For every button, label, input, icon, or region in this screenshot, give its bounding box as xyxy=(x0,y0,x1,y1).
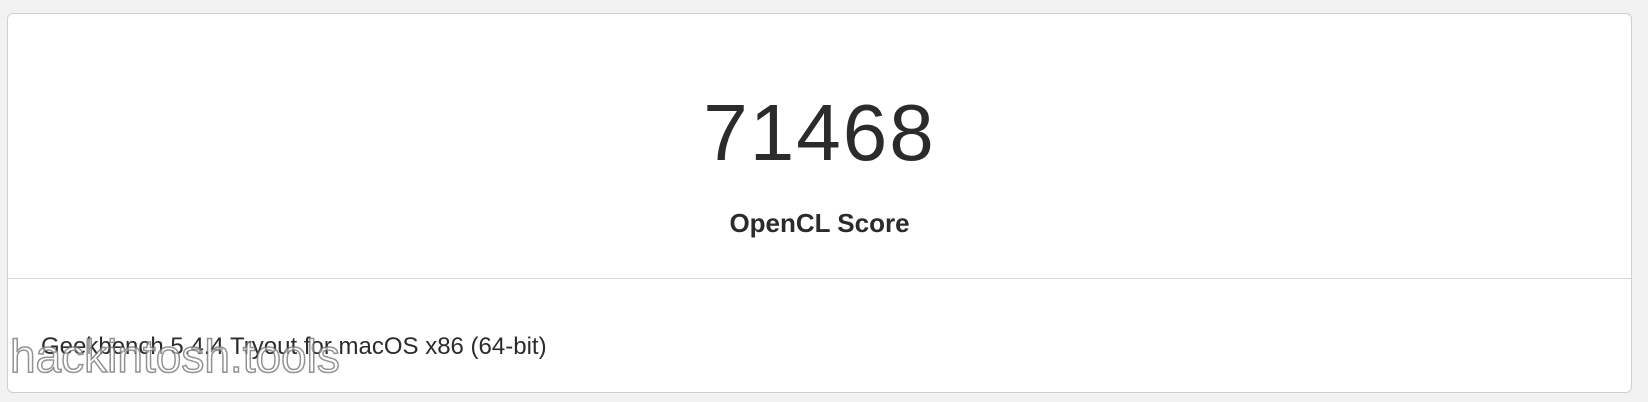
geekbench-version-text: Geekbench 5.4.4 Tryout for macOS x86 (64… xyxy=(41,333,547,360)
score-section: 71468 OpenCL Score xyxy=(8,14,1631,279)
result-card: 71468 OpenCL Score Geekbench 5.4.4 Tryou… xyxy=(7,13,1632,393)
info-section: Geekbench 5.4.4 Tryout for macOS x86 (64… xyxy=(8,279,1631,392)
opencl-score-value: 71468 xyxy=(703,88,936,177)
opencl-score-label: OpenCL Score xyxy=(729,208,910,238)
